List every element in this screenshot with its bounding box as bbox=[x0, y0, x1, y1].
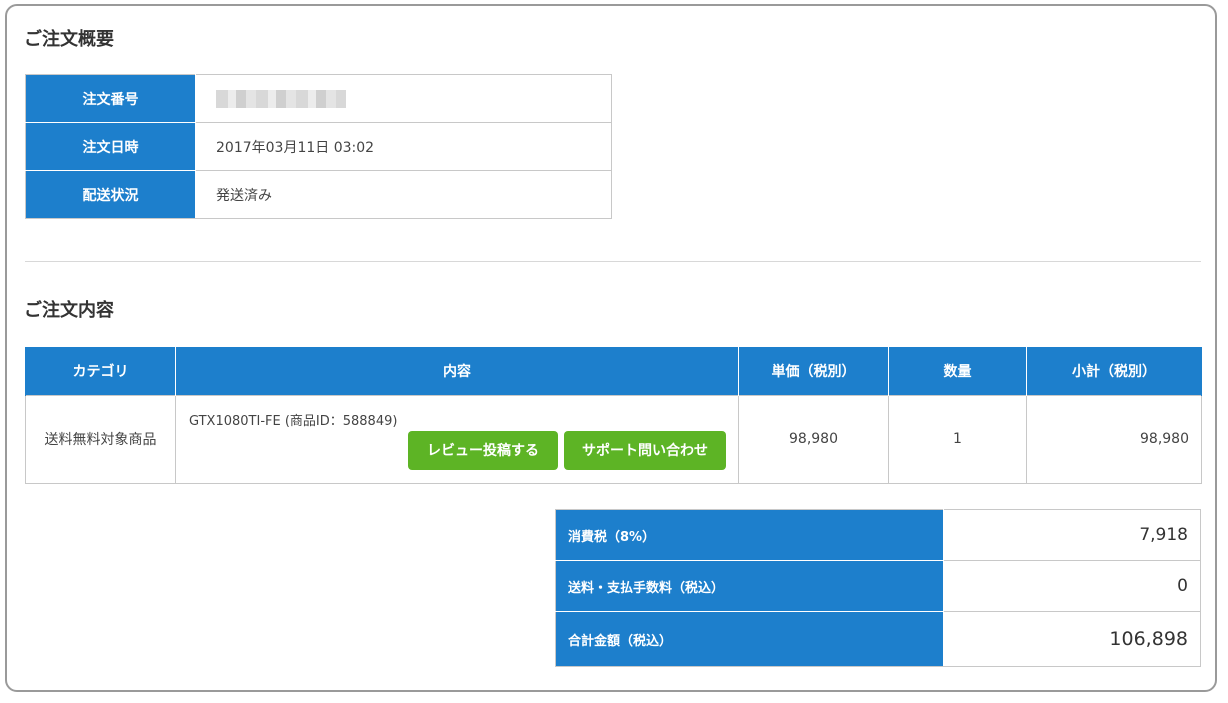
summary-row-order-number: 注文番号 bbox=[25, 74, 612, 123]
shipping-fee-label: 送料・支払手数料（税込） bbox=[555, 560, 944, 612]
shipping-status-value: 発送済み bbox=[195, 170, 612, 219]
item-category: 送料無料対象商品 bbox=[25, 394, 176, 484]
order-totals-table: 消費税（8%） 7,918 送料・支払手数料（税込） 0 合計金額（税込） 10… bbox=[555, 509, 1201, 667]
grand-total-label: 合計金額（税込） bbox=[555, 611, 944, 667]
item-subtotal: 98,980 bbox=[1026, 394, 1202, 484]
header-quantity: 数量 bbox=[888, 347, 1027, 395]
table-row: 送料無料対象商品 GTX1080TI-FE (商品ID：588849) レビュー… bbox=[25, 394, 1202, 484]
item-actions: レビュー投稿する サポート問い合わせ bbox=[408, 430, 726, 470]
order-items-table: カテゴリ 内容 単価（税別） 数量 小計（税別） 送料無料対象商品 GTX108… bbox=[25, 347, 1202, 484]
item-content-cell: GTX1080TI-FE (商品ID：588849) レビュー投稿する サポート… bbox=[175, 394, 739, 484]
shipping-status-label: 配送状況 bbox=[25, 170, 196, 219]
item-unit-price: 98,980 bbox=[738, 394, 889, 484]
totals-row-tax: 消費税（8%） 7,918 bbox=[555, 509, 1201, 561]
support-inquiry-button[interactable]: サポート問い合わせ bbox=[564, 430, 726, 470]
order-date-label: 注文日時 bbox=[25, 122, 196, 171]
summary-row-order-date: 注文日時 2017年03月11日 03:02 bbox=[25, 122, 612, 171]
order-detail-card: ご注文概要 注文番号 注文日時 2017年03月11日 03:02 配送状況 発… bbox=[5, 4, 1217, 692]
tax-value: 7,918 bbox=[943, 509, 1201, 561]
order-summary-title: ご注文概要 bbox=[24, 29, 114, 50]
header-subtotal: 小計（税別） bbox=[1026, 347, 1202, 395]
order-date-value: 2017年03月11日 03:02 bbox=[195, 122, 612, 171]
grand-total-value: 106,898 bbox=[943, 611, 1201, 667]
shipping-fee-value: 0 bbox=[943, 560, 1201, 612]
write-review-button[interactable]: レビュー投稿する bbox=[408, 430, 558, 470]
totals-row-grand-total: 合計金額（税込） 106,898 bbox=[555, 611, 1201, 667]
order-number-value bbox=[195, 74, 612, 123]
redacted-order-number bbox=[216, 89, 346, 108]
section-divider bbox=[25, 261, 1201, 262]
totals-row-shipping-fee: 送料・支払手数料（税込） 0 bbox=[555, 560, 1201, 612]
order-number-label: 注文番号 bbox=[25, 74, 196, 123]
items-header-row: カテゴリ 内容 単価（税別） 数量 小計（税別） bbox=[25, 347, 1202, 395]
header-unit-price: 単価（税別） bbox=[738, 347, 889, 395]
tax-label: 消費税（8%） bbox=[555, 509, 944, 561]
product-name: GTX1080TI-FE (商品ID：588849) bbox=[189, 413, 398, 429]
order-details-title: ご注文内容 bbox=[24, 300, 114, 321]
order-summary-table: 注文番号 注文日時 2017年03月11日 03:02 配送状況 発送済み bbox=[25, 74, 612, 219]
item-quantity: 1 bbox=[888, 394, 1027, 484]
summary-row-shipping-status: 配送状況 発送済み bbox=[25, 170, 612, 219]
header-content: 内容 bbox=[175, 347, 739, 395]
header-category: カテゴリ bbox=[25, 347, 176, 395]
